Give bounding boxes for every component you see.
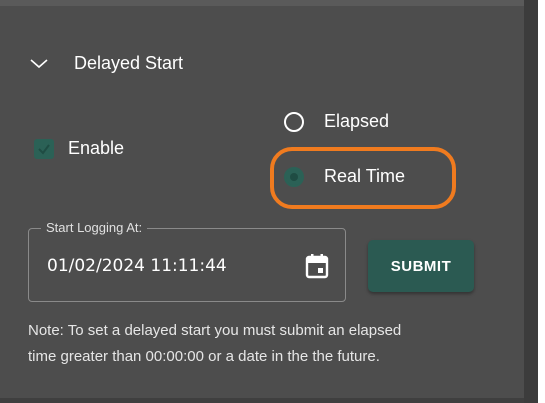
start-logging-input[interactable]: 01/02/2024 11:11:44 bbox=[47, 256, 227, 276]
panel-top-strip bbox=[0, 0, 524, 6]
submit-button[interactable]: SUBMIT bbox=[368, 240, 474, 292]
elapsed-label: Elapsed bbox=[324, 111, 390, 131]
delayed-start-note: Note: To set a delayed start you must su… bbox=[28, 318, 524, 370]
calendar-icon[interactable] bbox=[305, 253, 329, 279]
real-time-highlight bbox=[270, 147, 456, 209]
elapsed-radio[interactable] bbox=[284, 111, 304, 132]
enable-checkbox[interactable] bbox=[34, 138, 54, 159]
section-title: Delayed Start bbox=[74, 52, 184, 73]
right-margin bbox=[538, 0, 545, 403]
radio-option-elapsed[interactable]: Elapsed bbox=[284, 111, 389, 132]
start-logging-label: Start Logging At: bbox=[41, 220, 148, 235]
start-logging-field[interactable]: Start Logging At: 01/02/2024 11:11:44 bbox=[28, 220, 346, 302]
delayed-start-header[interactable]: Delayed Start bbox=[30, 50, 183, 76]
note-line-2: time greater than 00:00:00 or a date in … bbox=[28, 348, 380, 365]
enable-checkbox-row[interactable]: Enable bbox=[34, 138, 124, 159]
vertical-scrollbar[interactable] bbox=[524, 0, 538, 403]
chevron-down-icon[interactable] bbox=[30, 57, 48, 69]
delayed-start-panel: Delayed Start Enable Elapsed Real Time S… bbox=[0, 0, 524, 403]
enable-label: Enable bbox=[68, 138, 125, 158]
checkmark-icon bbox=[38, 143, 50, 155]
panel-bottom-border bbox=[0, 398, 524, 403]
note-line-1: Note: To set a delayed start you must su… bbox=[28, 322, 402, 339]
